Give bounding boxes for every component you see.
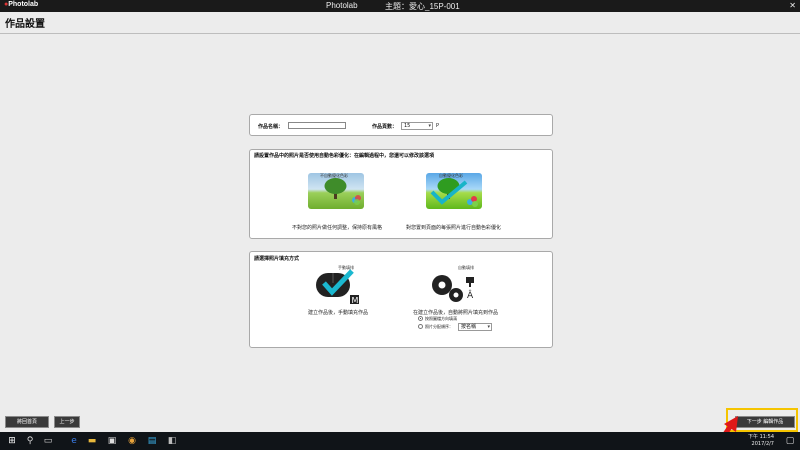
- windows-start-icon[interactable]: ⊞: [6, 435, 18, 447]
- fill-mode-panel: 請選擇照片填充方式 M 手動填排 建立作品後，手動填充作品 Â 自動填排 在建立…: [249, 251, 553, 348]
- name-label: 作品名稱：: [258, 124, 284, 130]
- auto-fill-desc: 在建立作品後，自動將照片填充到作品: [413, 310, 499, 316]
- app-logo: ●Photolab: [4, 1, 39, 8]
- search-icon[interactable]: ⚲: [24, 435, 36, 447]
- clock-time: 下午 11:54: [748, 434, 774, 440]
- taskbar: ⊞ ⚲ ▭ e ▬ ▣ ◉ ▤ ◧ 下午 11:54 2017/2/7 ▢: [0, 432, 800, 450]
- orientation-radio-label: 按照圖檔方向填滿: [425, 316, 457, 321]
- chrome-icon[interactable]: ◉: [126, 435, 138, 447]
- chevron-down-icon: ▾: [487, 324, 490, 330]
- file-explorer-icon[interactable]: ▬: [86, 435, 98, 447]
- settings-panel: 作品名稱： 作品頁數： 15 ▾ P: [249, 114, 553, 136]
- close-icon[interactable]: ✕: [789, 1, 796, 10]
- manual-fill-desc: 建立作品後，手動填充作品: [308, 310, 369, 316]
- title-bar: ●Photolab Photolab 主題：愛心_15P-001 ✕: [0, 0, 800, 12]
- store-icon[interactable]: ▣: [106, 435, 118, 447]
- photoshop-icon[interactable]: ▤: [146, 435, 158, 447]
- notification-icon[interactable]: ▢: [784, 435, 796, 447]
- order-radio-label: 照片分配順序：: [425, 324, 453, 329]
- svg-text:Â: Â: [467, 289, 474, 301]
- theme-label: 主題：愛心_15P-001: [385, 2, 460, 11]
- no-optimize-caption: 不自動優化色彩: [320, 173, 348, 178]
- home-button[interactable]: 將回首頁: [5, 416, 49, 428]
- manual-fill-caption: 手動填排: [338, 265, 354, 270]
- back-button[interactable]: 上一步: [54, 416, 80, 428]
- main-window: 作品設置 作品名稱： 作品頁數： 15 ▾ P 請設置作品中的照片是否使用自動色…: [0, 12, 800, 450]
- chevron-down-icon: ▾: [428, 123, 431, 129]
- clock: 下午 11:54 2017/2/7: [748, 434, 774, 448]
- pages-select-value: 15: [404, 123, 411, 129]
- auto-optimize-desc: 對您置到頁面的每張照片進行自動色彩優化: [406, 225, 502, 231]
- no-optimize-desc: 不對您的照片做任何調整，保持原有風格: [292, 225, 383, 231]
- clock-date: 2017/2/7: [751, 441, 774, 447]
- order-select[interactable]: 按名稱 ▾: [458, 323, 492, 331]
- pages-unit: P: [436, 123, 440, 129]
- color-optimize-panel: 請設置作品中的照片是否使用自動色彩優化：在編輯過程中，您還可以修改該選項 不自動…: [249, 149, 553, 239]
- orientation-radio[interactable]: [418, 316, 423, 321]
- page-title: 作品設置: [5, 19, 45, 30]
- pages-label: 作品頁數：: [372, 124, 398, 130]
- photolab-icon[interactable]: ◧: [166, 435, 178, 447]
- gears-icon[interactable]: Â: [426, 265, 478, 305]
- divider: [0, 33, 800, 34]
- pages-select[interactable]: 15 ▾: [401, 122, 433, 130]
- auto-optimize-caption: 自動優化色彩: [439, 173, 463, 178]
- next-button[interactable]: 下一步 編輯作品: [735, 416, 795, 428]
- name-input[interactable]: [288, 122, 346, 129]
- mouse-check-icon[interactable]: M: [312, 265, 364, 305]
- order-radio[interactable]: [418, 324, 423, 329]
- order-select-value: 按名稱: [461, 324, 477, 330]
- svg-text:M: M: [352, 296, 359, 305]
- auto-fill-caption: 自動填排: [458, 265, 474, 270]
- optimize-heading: 請設置作品中的照片是否使用自動色彩優化：在編輯過程中，您還可以修改該選項: [254, 153, 435, 159]
- window-title: Photolab: [326, 1, 358, 10]
- fill-heading: 請選擇照片填充方式: [254, 256, 300, 262]
- edge-icon[interactable]: e: [68, 435, 80, 447]
- task-view-icon[interactable]: ▭: [42, 435, 54, 447]
